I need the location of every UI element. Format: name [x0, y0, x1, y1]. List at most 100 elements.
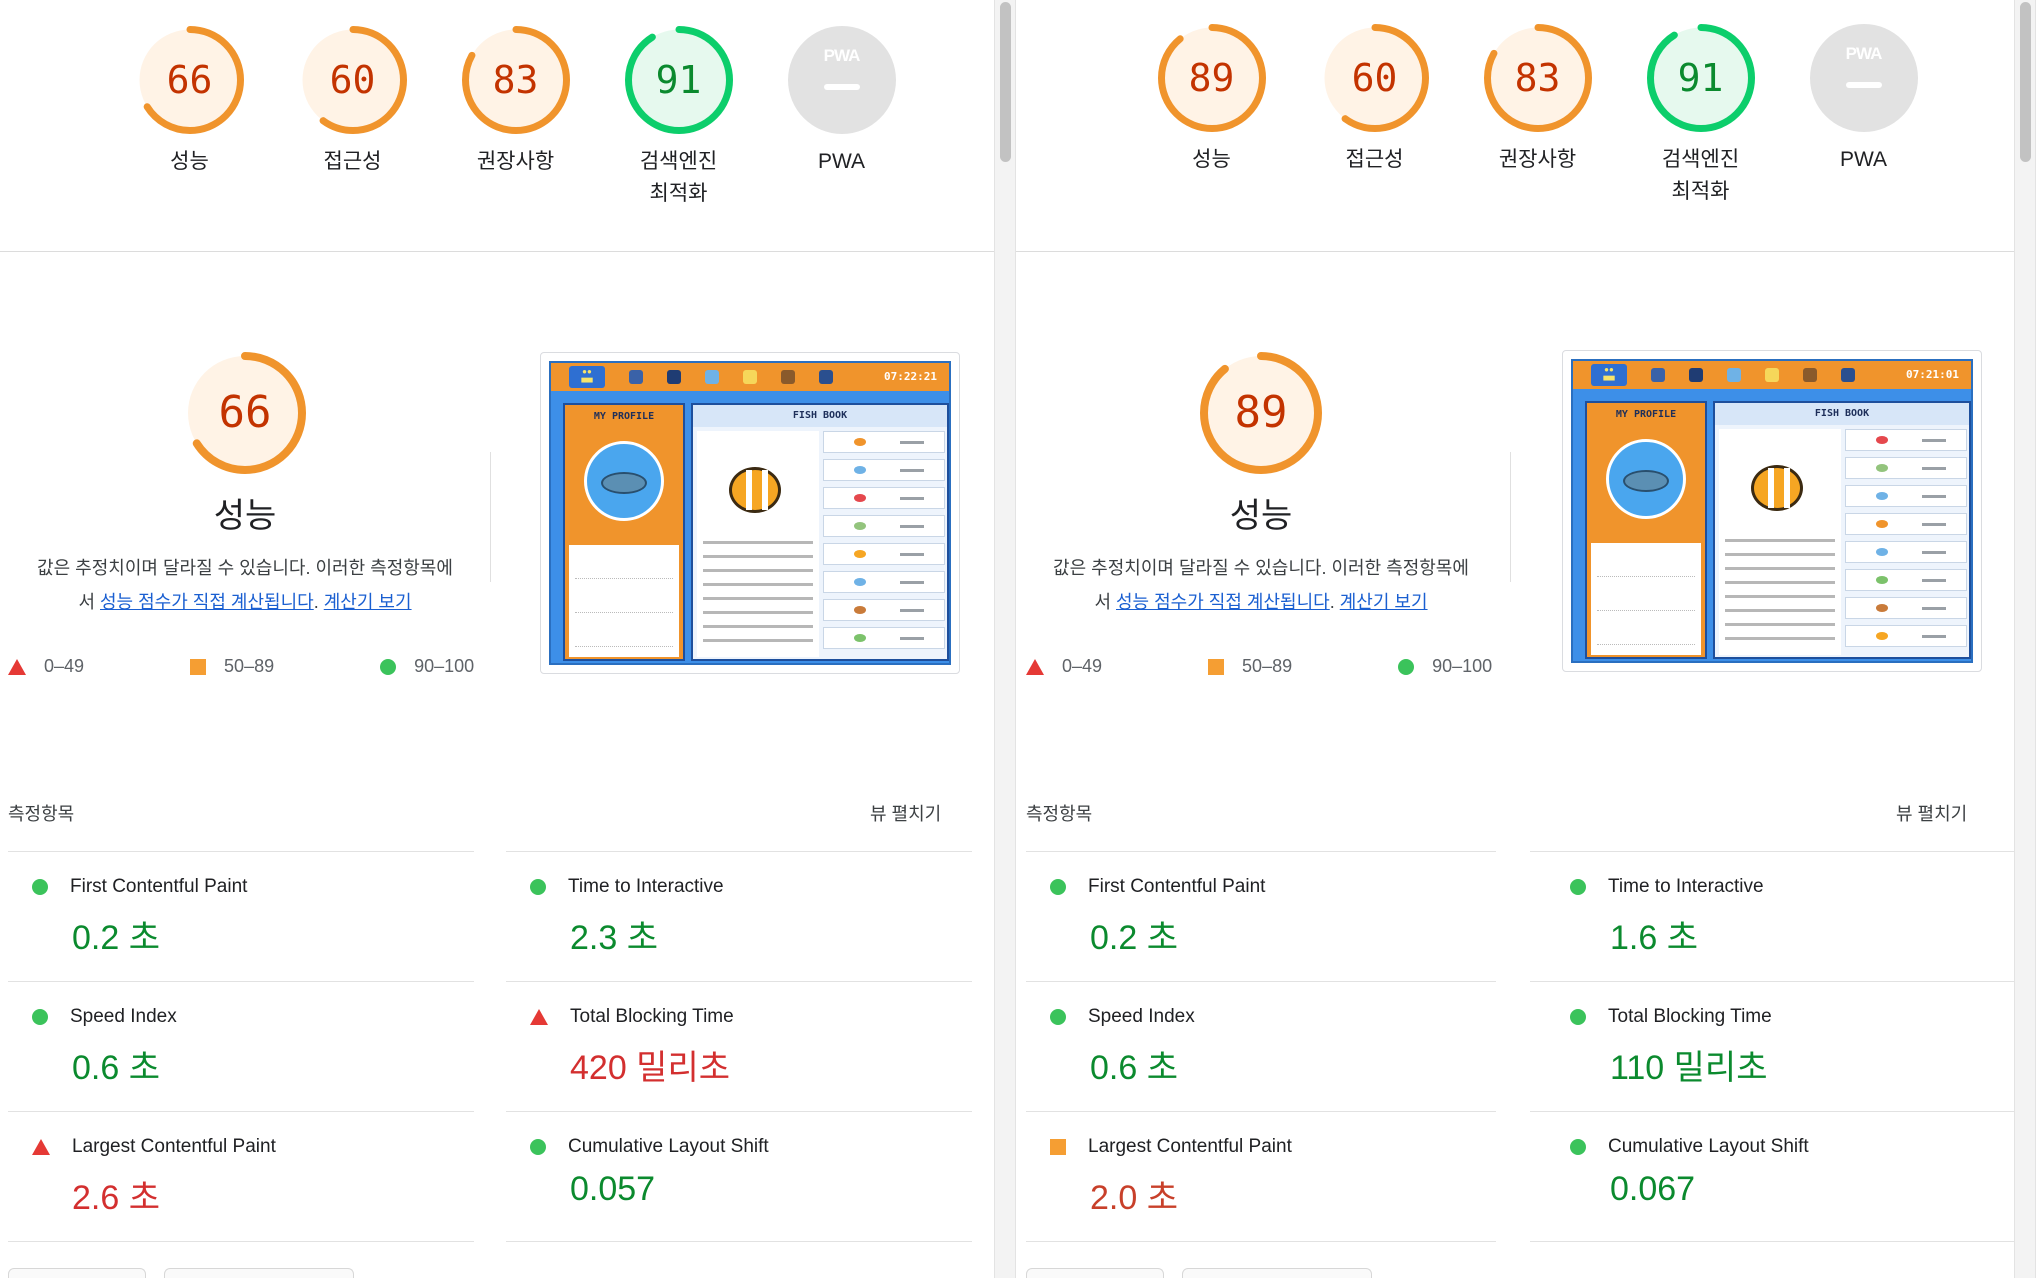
metric-value: 0.2 초	[1090, 919, 1178, 957]
scrollbar-right[interactable]	[2014, 0, 2036, 1278]
gauge-score: 89	[1188, 56, 1235, 100]
score-calculation-link[interactable]: 성능 점수가 직접 계산됩니다	[100, 592, 314, 612]
pwa-badge: PWA	[786, 24, 898, 136]
filter-button[interactable]	[1182, 1268, 1372, 1278]
gauge-label: 권장사항	[1498, 148, 1577, 171]
average-square-icon	[190, 658, 207, 675]
expand-view-toggle[interactable]: 뷰 펼치기	[1896, 800, 1967, 826]
legend-average-label: 50–89	[1242, 656, 1293, 676]
gauge-performance[interactable]: 89 성능	[1130, 22, 1293, 208]
scrollbar-thumb[interactable]	[1000, 2, 1011, 162]
metric-lcp: Largest Contentful Paint 2.0 초	[1026, 1112, 1496, 1242]
divider	[1026, 1241, 1496, 1242]
score-calculation-link[interactable]: 성능 점수가 직접 계산됩니다	[1116, 592, 1330, 612]
filter-button[interactable]	[1026, 1268, 1164, 1278]
divider	[506, 1241, 972, 1242]
gauge-label: 검색엔진 최적화	[640, 146, 717, 210]
gauge-ring: 83	[1482, 22, 1594, 134]
metrics-header: 측정항목	[8, 804, 75, 824]
category-gauges: 66 성능 60 접근성 83 권장사항 91 검색엔진 최적화 PWA PWA	[108, 24, 923, 210]
gauge-performance[interactable]: 66 성능	[108, 24, 271, 210]
metric-value: 110 밀리초	[1610, 1049, 1768, 1087]
perf-gauge: 89	[1198, 350, 1324, 476]
expand-view-toggle[interactable]: 뷰 펼치기	[870, 800, 941, 826]
gauge-accessibility[interactable]: 60 접근성	[1293, 22, 1456, 208]
metric-value: 2.6 초	[72, 1179, 160, 1217]
gauge-best-practices[interactable]: 83 권장사항	[434, 24, 597, 210]
app-profile-title: MY PROFILE	[593, 411, 655, 422]
gauge-score: 66	[166, 58, 213, 102]
metric-value: 0.6 초	[72, 1049, 160, 1087]
filter-button[interactable]	[8, 1268, 146, 1278]
pwa-badge: PWA	[1808, 22, 1920, 134]
gauge-score: 91	[1677, 56, 1724, 100]
fish-detail	[1719, 429, 1841, 655]
calculator-link[interactable]: 계산기 보기	[324, 592, 412, 612]
gauge-seo[interactable]: 91 검색엔진 최적화	[597, 24, 760, 210]
gauge-score: 60	[1351, 56, 1398, 100]
divider	[1510, 452, 1511, 582]
pass-circle-icon	[530, 1139, 546, 1155]
metric-name: Largest Contentful Paint	[72, 1136, 276, 1157]
gauge-label: PWA	[817, 150, 866, 173]
app-nav-icon	[667, 370, 681, 384]
perf-score: 89	[1234, 387, 1288, 438]
gauge-seo[interactable]: 91 검색엔진 최적화	[1619, 22, 1782, 208]
gauge-score: 91	[655, 58, 702, 102]
metric-name: Time to Interactive	[568, 876, 724, 897]
final-screenshot[interactable]: ●● ▀▀ 07:21:01 MY PROFILE FISH BOOK	[1562, 350, 1982, 672]
average-square-icon	[1050, 1139, 1066, 1155]
metric-value: 0.057	[570, 1170, 656, 1208]
pass-circle-icon	[380, 658, 397, 675]
pass-circle-icon	[1570, 879, 1586, 895]
filter-button[interactable]	[164, 1268, 354, 1278]
lighthouse-comparison: 66 성능 60 접근성 83 권장사항 91 검색엔진 최적화 PWA PWA 66 성능…	[0, 0, 2036, 1278]
clownfish-icon	[729, 467, 781, 513]
fail-triangle-icon	[1026, 658, 1044, 675]
metric-cls: Cumulative Layout Shift 0.057	[506, 1112, 976, 1242]
app-nav-icon	[1803, 368, 1817, 382]
app-fishbook-panel: FISH BOOK	[691, 403, 949, 661]
metric-speed-index: Speed Index 0.6 초	[1026, 982, 1496, 1112]
profile-info	[1591, 543, 1701, 655]
gauge-label: 접근성	[1345, 148, 1404, 171]
metric-value: 420 밀리초	[570, 1049, 731, 1087]
perf-desc-line1: 값은 추정치이며 달라질 수 있습니다. 이러한 측정항목에	[1053, 558, 1469, 578]
gauge-best-practices[interactable]: 83 권장사항	[1456, 22, 1619, 208]
calculator-link[interactable]: 계산기 보기	[1340, 592, 1428, 612]
legend-average: 50–89	[190, 656, 274, 677]
category-header: 89 성능 60 접근성 83 권장사항 91 검색엔진 최적화 PWA PWA	[1016, 0, 2020, 252]
legend-average-label: 50–89	[224, 656, 275, 676]
fish-icon	[1623, 470, 1669, 492]
metric-fcp: First Contentful Paint 0.2 초	[8, 852, 478, 982]
fail-triangle-icon	[8, 658, 26, 675]
fail-triangle-icon	[32, 1139, 50, 1155]
scrollbar-thumb[interactable]	[2020, 2, 2031, 162]
gauge-accessibility[interactable]: 60 접근성	[271, 24, 434, 210]
gauge-pwa[interactable]: PWA PWA	[1782, 22, 1945, 208]
gauge-label: 성능	[1192, 148, 1231, 171]
perf-gauge: 66	[182, 350, 308, 476]
app-profile-title: MY PROFILE	[1615, 409, 1677, 420]
perf-desc-line2: 서 성능 점수가 직접 계산됩니다. 계산기 보기	[1016, 585, 1506, 619]
pass-circle-icon	[1050, 879, 1066, 895]
app-nav-icon	[743, 370, 757, 384]
legend-pass-label: 90–100	[1432, 656, 1493, 676]
pass-circle-icon	[1570, 1139, 1586, 1155]
app-topbar: ●● ▀▀ 07:22:21	[551, 363, 949, 391]
app-fishbook-panel: FISH BOOK	[1713, 401, 1971, 659]
scrollbar-left[interactable]	[994, 0, 1016, 1278]
metric-name: Largest Contentful Paint	[1088, 1136, 1292, 1157]
gauge-label-line1: 검색엔진	[1661, 148, 1740, 171]
metric-value: 2.3 초	[570, 919, 658, 957]
metric-tti: Time to Interactive 2.3 초	[506, 852, 976, 982]
final-screenshot[interactable]: ●● ▀▀ 07:22:21 MY PROFILE FISH BOOK	[540, 352, 960, 674]
fish-list	[1845, 429, 1967, 655]
gauge-ring: 60	[297, 24, 409, 136]
score-legend: 0–49 50–89 90–100	[1026, 656, 1546, 677]
metric-name: Cumulative Layout Shift	[568, 1136, 769, 1157]
pwa-icon: PWA	[1845, 44, 1883, 63]
app-book-title: FISH BOOK	[1715, 403, 1969, 425]
gauge-pwa[interactable]: PWA PWA	[760, 24, 923, 210]
perf-description: 값은 추정치이며 달라질 수 있습니다. 이러한 측정항목에 서 성능 점수가 …	[0, 551, 490, 619]
